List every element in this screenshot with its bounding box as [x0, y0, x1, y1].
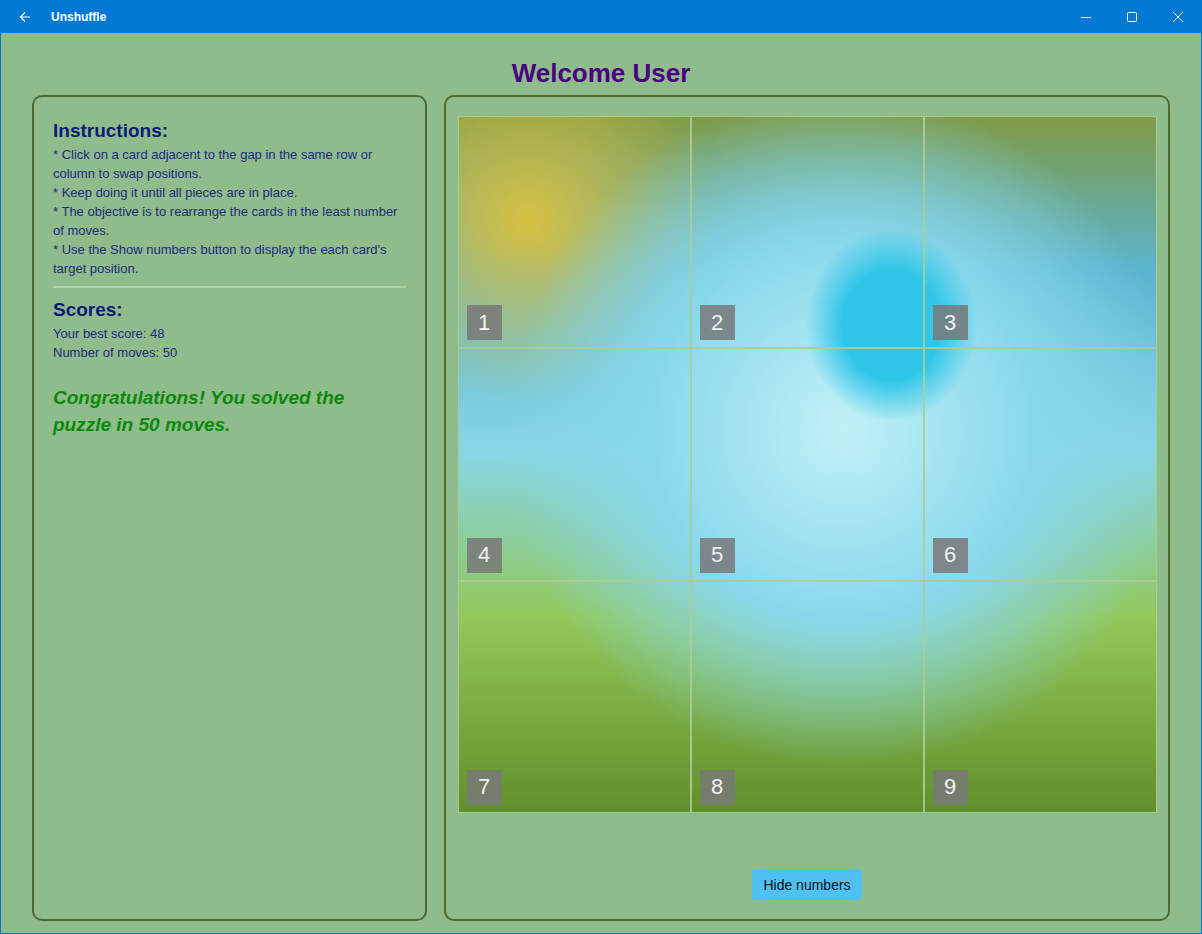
puzzle-tile[interactable]: 2 — [691, 116, 924, 348]
puzzle-tile[interactable]: 1 — [458, 116, 691, 348]
puzzle-tile[interactable]: 7 — [458, 581, 691, 813]
toggle-numbers-button[interactable]: Hide numbers — [752, 869, 861, 900]
separator — [53, 286, 406, 288]
maximize-icon — [1127, 12, 1137, 22]
welcome-heading: Welcome User — [1, 33, 1201, 95]
back-arrow-icon — [19, 11, 31, 23]
puzzle-tile[interactable]: 5 — [691, 348, 924, 580]
close-icon — [1173, 12, 1183, 22]
puzzle-tile[interactable]: 6 — [924, 348, 1157, 580]
instruction-item: * Keep doing it until all pieces are in … — [53, 183, 406, 202]
puzzle-image: 1 2 3 4 5 6 7 8 9 — [458, 116, 1157, 813]
window-title: Unshuffle — [51, 10, 1063, 24]
tile-number: 8 — [700, 770, 735, 805]
tile-number: 9 — [933, 770, 968, 805]
puzzle-tile[interactable]: 3 — [924, 116, 1157, 348]
instructions-title: Instructions: — [53, 119, 406, 143]
title-bar: Unshuffle — [1, 0, 1201, 33]
tile-number: 7 — [467, 770, 502, 805]
minimize-button[interactable] — [1063, 0, 1109, 33]
tile-number: 2 — [700, 305, 735, 340]
app-window: UnshuffleWelcome UserInstructions:* Clic… — [0, 0, 1202, 934]
content: Instructions:* Click on a card adjacent … — [1, 95, 1201, 933]
puzzle-panel: 1 2 3 4 5 6 7 8 9 Hide numbers — [444, 95, 1170, 921]
success-message: Congratulations! You solved the puzzle i… — [53, 384, 406, 438]
tile-number: 4 — [467, 538, 502, 573]
puzzle-tile[interactable]: 9 — [924, 581, 1157, 813]
close-button[interactable] — [1155, 0, 1201, 33]
best-score: Your best score: 48 — [53, 324, 406, 343]
back-button[interactable] — [1, 0, 49, 33]
instruction-item: * Click on a card adjacent to the gap in… — [53, 145, 406, 183]
tile-number: 5 — [700, 538, 735, 573]
tile-number: 3 — [933, 305, 968, 340]
info-panel: Instructions:* Click on a card adjacent … — [32, 95, 427, 921]
scores-title: Scores: — [53, 298, 406, 322]
instruction-item: * Use the Show numbers button to display… — [53, 240, 406, 278]
puzzle-tile[interactable]: 8 — [691, 581, 924, 813]
maximize-button[interactable] — [1109, 0, 1155, 33]
instruction-item: * The objective is to rearrange the card… — [53, 202, 406, 240]
tile-number: 6 — [933, 538, 968, 573]
tile-number: 1 — [467, 305, 502, 340]
minimize-icon — [1081, 12, 1091, 22]
move-count: Number of moves: 50 — [53, 343, 406, 362]
puzzle-tile[interactable]: 4 — [458, 348, 691, 580]
